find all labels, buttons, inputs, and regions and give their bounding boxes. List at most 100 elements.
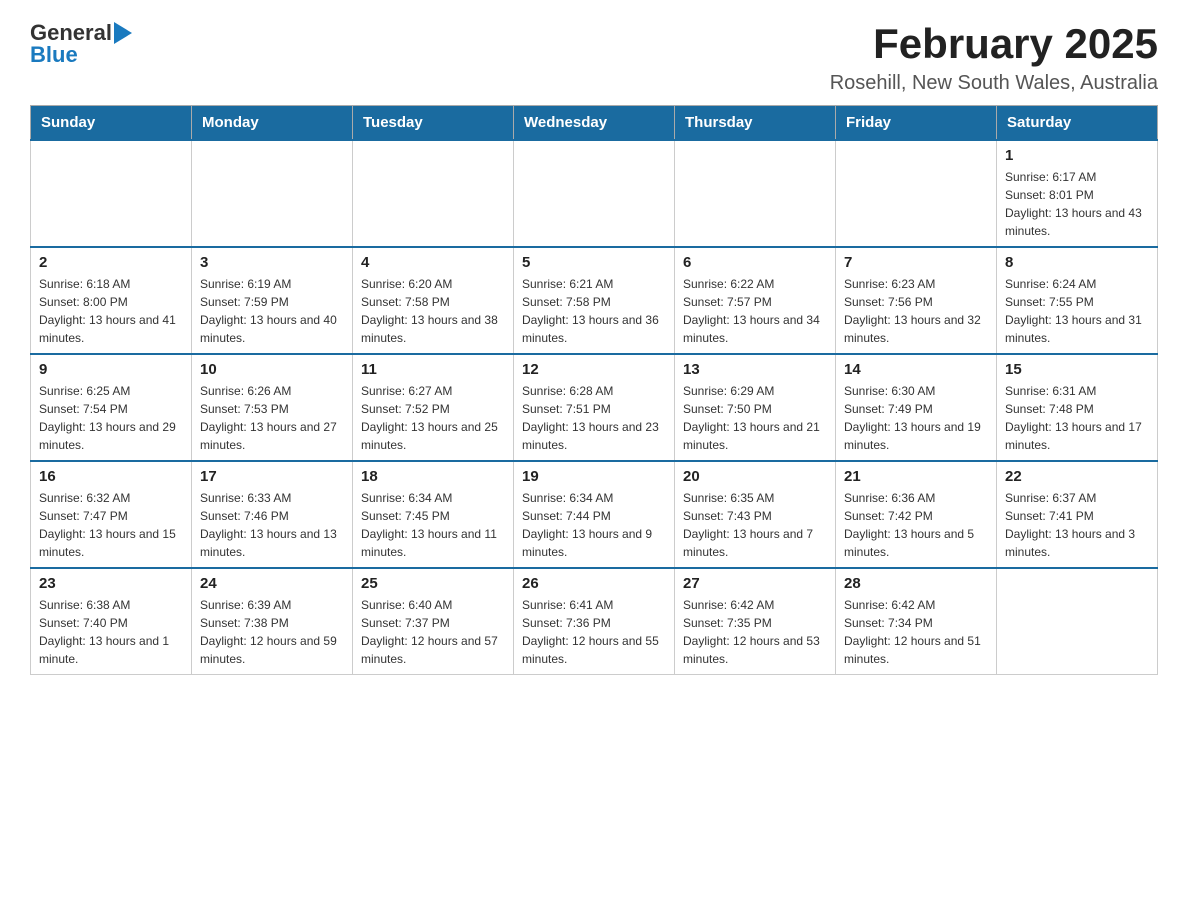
calendar-week-row: 1 Sunrise: 6:17 AMSunset: 8:01 PMDaylight… bbox=[31, 140, 1158, 247]
day-number: 7 bbox=[844, 254, 988, 271]
calendar-cell: 18 Sunrise: 6:34 AMSunset: 7:45 PMDayligh… bbox=[353, 461, 514, 568]
calendar-cell bbox=[192, 140, 353, 247]
calendar-cell bbox=[836, 140, 997, 247]
logo: General Blue bbox=[30, 20, 132, 68]
day-number: 21 bbox=[844, 468, 988, 485]
day-info: Sunrise: 6:31 AMSunset: 7:48 PMDaylight:… bbox=[1005, 382, 1149, 454]
calendar-cell: 1 Sunrise: 6:17 AMSunset: 8:01 PMDaylight… bbox=[997, 140, 1158, 247]
calendar-cell: 15 Sunrise: 6:31 AMSunset: 7:48 PMDayligh… bbox=[997, 354, 1158, 461]
calendar-cell: 20Sunrise: 6:35 AMSunset: 7:43 PMDayligh… bbox=[675, 461, 836, 568]
day-info: Sunrise: 6:27 AMSunset: 7:52 PMDaylight:… bbox=[361, 382, 505, 454]
calendar-cell: 2 Sunrise: 6:18 AMSunset: 8:00 PMDaylight… bbox=[31, 247, 192, 354]
calendar-header-row: SundayMondayTuesdayWednesdayThursdayFrid… bbox=[31, 106, 1158, 141]
calendar-cell: 22 Sunrise: 6:37 AMSunset: 7:41 PMDayligh… bbox=[997, 461, 1158, 568]
calendar-cell: 8Sunrise: 6:24 AMSunset: 7:55 PMDaylight… bbox=[997, 247, 1158, 354]
calendar-cell bbox=[675, 140, 836, 247]
day-number: 5 bbox=[522, 254, 666, 271]
day-number: 25 bbox=[361, 575, 505, 592]
day-info: Sunrise: 6:25 AMSunset: 7:54 PMDaylight:… bbox=[39, 382, 183, 454]
day-info: Sunrise: 6:30 AMSunset: 7:49 PMDaylight:… bbox=[844, 382, 988, 454]
calendar-week-row: 2 Sunrise: 6:18 AMSunset: 8:00 PMDaylight… bbox=[31, 247, 1158, 354]
day-info: Sunrise: 6:37 AMSunset: 7:41 PMDaylight:… bbox=[1005, 489, 1149, 561]
calendar-cell: 17 Sunrise: 6:33 AMSunset: 7:46 PMDayligh… bbox=[192, 461, 353, 568]
day-number: 9 bbox=[39, 361, 183, 378]
weekday-header-thursday: Thursday bbox=[675, 106, 836, 141]
calendar-week-row: 9 Sunrise: 6:25 AMSunset: 7:54 PMDaylight… bbox=[31, 354, 1158, 461]
day-info: Sunrise: 6:29 AMSunset: 7:50 PMDaylight:… bbox=[683, 382, 827, 454]
day-number: 19 bbox=[522, 468, 666, 485]
calendar-cell: 14 Sunrise: 6:30 AMSunset: 7:49 PMDayligh… bbox=[836, 354, 997, 461]
calendar-week-row: 23 Sunrise: 6:38 AMSunset: 7:40 PMDayligh… bbox=[31, 568, 1158, 675]
day-number: 23 bbox=[39, 575, 183, 592]
day-number: 14 bbox=[844, 361, 988, 378]
day-info: Sunrise: 6:36 AMSunset: 7:42 PMDaylight:… bbox=[844, 489, 988, 561]
day-info: Sunrise: 6:18 AMSunset: 8:00 PMDaylight:… bbox=[39, 275, 183, 347]
day-number: 13 bbox=[683, 361, 827, 378]
day-info: Sunrise: 6:33 AMSunset: 7:46 PMDaylight:… bbox=[200, 489, 344, 561]
day-info: Sunrise: 6:39 AMSunset: 7:38 PMDaylight:… bbox=[200, 596, 344, 668]
day-number: 1 bbox=[1005, 147, 1149, 164]
day-info: Sunrise: 6:34 AMSunset: 7:44 PMDaylight:… bbox=[522, 489, 666, 561]
day-info: Sunrise: 6:41 AMSunset: 7:36 PMDaylight:… bbox=[522, 596, 666, 668]
day-info: Sunrise: 6:19 AMSunset: 7:59 PMDaylight:… bbox=[200, 275, 344, 347]
day-number: 28 bbox=[844, 575, 988, 592]
day-number: 16 bbox=[39, 468, 183, 485]
calendar-cell bbox=[353, 140, 514, 247]
day-info: Sunrise: 6:20 AMSunset: 7:58 PMDaylight:… bbox=[361, 275, 505, 347]
weekday-header-monday: Monday bbox=[192, 106, 353, 141]
day-number: 15 bbox=[1005, 361, 1149, 378]
calendar-cell bbox=[31, 140, 192, 247]
calendar-table: SundayMondayTuesdayWednesdayThursdayFrid… bbox=[30, 105, 1158, 675]
calendar-cell: 10 Sunrise: 6:26 AMSunset: 7:53 PMDayligh… bbox=[192, 354, 353, 461]
calendar-cell: 19 Sunrise: 6:34 AMSunset: 7:44 PMDayligh… bbox=[514, 461, 675, 568]
calendar-cell: 7 Sunrise: 6:23 AMSunset: 7:56 PMDaylight… bbox=[836, 247, 997, 354]
calendar-cell: 26 Sunrise: 6:41 AMSunset: 7:36 PMDayligh… bbox=[514, 568, 675, 675]
month-title: February 2025 bbox=[830, 20, 1158, 68]
calendar-cell: 5Sunrise: 6:21 AMSunset: 7:58 PMDaylight… bbox=[514, 247, 675, 354]
day-info: Sunrise: 6:42 AMSunset: 7:35 PMDaylight:… bbox=[683, 596, 827, 668]
day-number: 20 bbox=[683, 468, 827, 485]
calendar-cell: 9 Sunrise: 6:25 AMSunset: 7:54 PMDaylight… bbox=[31, 354, 192, 461]
day-info: Sunrise: 6:24 AMSunset: 7:55 PMDaylight:… bbox=[1005, 275, 1149, 347]
calendar-cell: 12Sunrise: 6:28 AMSunset: 7:51 PMDayligh… bbox=[514, 354, 675, 461]
weekday-header-tuesday: Tuesday bbox=[353, 106, 514, 141]
calendar-cell: 21 Sunrise: 6:36 AMSunset: 7:42 PMDayligh… bbox=[836, 461, 997, 568]
calendar-cell: 3 Sunrise: 6:19 AMSunset: 7:59 PMDaylight… bbox=[192, 247, 353, 354]
weekday-header-saturday: Saturday bbox=[997, 106, 1158, 141]
day-info: Sunrise: 6:28 AMSunset: 7:51 PMDaylight:… bbox=[522, 382, 666, 454]
day-number: 22 bbox=[1005, 468, 1149, 485]
day-info: Sunrise: 6:22 AMSunset: 7:57 PMDaylight:… bbox=[683, 275, 827, 347]
day-info: Sunrise: 6:26 AMSunset: 7:53 PMDaylight:… bbox=[200, 382, 344, 454]
calendar-cell: 28 Sunrise: 6:42 AMSunset: 7:34 PMDayligh… bbox=[836, 568, 997, 675]
day-number: 3 bbox=[200, 254, 344, 271]
calendar-cell: 16Sunrise: 6:32 AMSunset: 7:47 PMDayligh… bbox=[31, 461, 192, 568]
logo-triangle-icon bbox=[114, 22, 132, 44]
day-info: Sunrise: 6:23 AMSunset: 7:56 PMDaylight:… bbox=[844, 275, 988, 347]
day-number: 27 bbox=[683, 575, 827, 592]
day-info: Sunrise: 6:42 AMSunset: 7:34 PMDaylight:… bbox=[844, 596, 988, 668]
calendar-cell: 25 Sunrise: 6:40 AMSunset: 7:37 PMDayligh… bbox=[353, 568, 514, 675]
logo-blue-text: Blue bbox=[30, 42, 78, 68]
calendar-cell bbox=[997, 568, 1158, 675]
weekday-header-wednesday: Wednesday bbox=[514, 106, 675, 141]
day-number: 17 bbox=[200, 468, 344, 485]
weekday-header-friday: Friday bbox=[836, 106, 997, 141]
day-info: Sunrise: 6:40 AMSunset: 7:37 PMDaylight:… bbox=[361, 596, 505, 668]
day-number: 26 bbox=[522, 575, 666, 592]
calendar-cell: 13 Sunrise: 6:29 AMSunset: 7:50 PMDayligh… bbox=[675, 354, 836, 461]
day-number: 10 bbox=[200, 361, 344, 378]
calendar-cell: 24 Sunrise: 6:39 AMSunset: 7:38 PMDayligh… bbox=[192, 568, 353, 675]
day-info: Sunrise: 6:17 AMSunset: 8:01 PMDaylight:… bbox=[1005, 168, 1149, 240]
title-block: February 2025 Rosehill, New South Wales,… bbox=[830, 20, 1158, 95]
day-number: 2 bbox=[39, 254, 183, 271]
day-info: Sunrise: 6:34 AMSunset: 7:45 PMDaylight:… bbox=[361, 489, 505, 561]
day-info: Sunrise: 6:38 AMSunset: 7:40 PMDaylight:… bbox=[39, 596, 183, 668]
calendar-cell bbox=[514, 140, 675, 247]
day-number: 24 bbox=[200, 575, 344, 592]
calendar-cell: 6Sunrise: 6:22 AMSunset: 7:57 PMDaylight… bbox=[675, 247, 836, 354]
page-header: General Blue February 2025 Rosehill, New… bbox=[30, 20, 1158, 95]
location-subtitle: Rosehill, New South Wales, Australia bbox=[830, 72, 1158, 95]
day-number: 4 bbox=[361, 254, 505, 271]
day-number: 18 bbox=[361, 468, 505, 485]
calendar-week-row: 16Sunrise: 6:32 AMSunset: 7:47 PMDayligh… bbox=[31, 461, 1158, 568]
